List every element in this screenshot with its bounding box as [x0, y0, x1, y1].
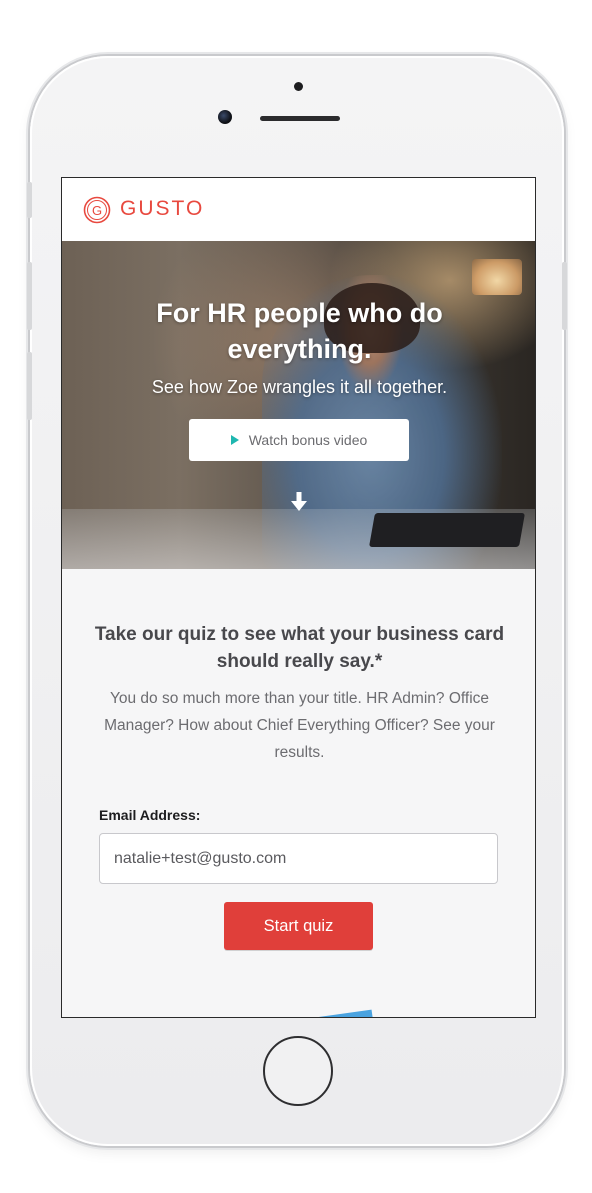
quiz-description: You do so much more than your title. HR … — [104, 690, 495, 761]
earpiece-speaker — [260, 116, 340, 121]
side-button-power — [562, 262, 567, 330]
device-mockup: G GUSTO For HR people who do everything.… — [0, 0, 592, 1193]
side-button-volume-up — [27, 262, 32, 330]
site-header: G GUSTO — [62, 178, 535, 241]
play-icon — [230, 435, 239, 445]
side-button-mute — [27, 182, 32, 218]
start-quiz-button[interactable]: Start quiz — [224, 902, 373, 950]
gusto-logo-icon[interactable]: G — [83, 196, 111, 224]
quiz-title: Take our quiz to see what your business … — [94, 624, 505, 672]
email-input[interactable] — [99, 833, 498, 884]
email-label: Email Address: — [99, 807, 201, 823]
side-button-volume-down — [27, 352, 32, 420]
front-camera — [218, 110, 232, 124]
arrow-down-icon[interactable] — [289, 491, 309, 513]
home-button[interactable] — [263, 1036, 333, 1106]
gusto-logo-text[interactable]: GUSTO — [120, 197, 204, 221]
watch-bonus-video-label: Watch bonus video — [248, 432, 368, 448]
hero-content: For HR people who do everything. See how… — [62, 241, 535, 569]
hero-banner: For HR people who do everything. See how… — [62, 241, 535, 569]
business-card-preview — [292, 1009, 376, 1017]
proximity-sensor — [294, 82, 303, 91]
hero-title: For HR people who do everything. — [156, 298, 443, 364]
watch-bonus-video-button[interactable]: Watch bonus video — [189, 419, 409, 461]
hero-subtitle: See how Zoe wrangles it all together. — [151, 377, 448, 397]
logo-mark-letter: G — [92, 203, 102, 218]
phone-screen: G GUSTO For HR people who do everything.… — [61, 177, 536, 1018]
